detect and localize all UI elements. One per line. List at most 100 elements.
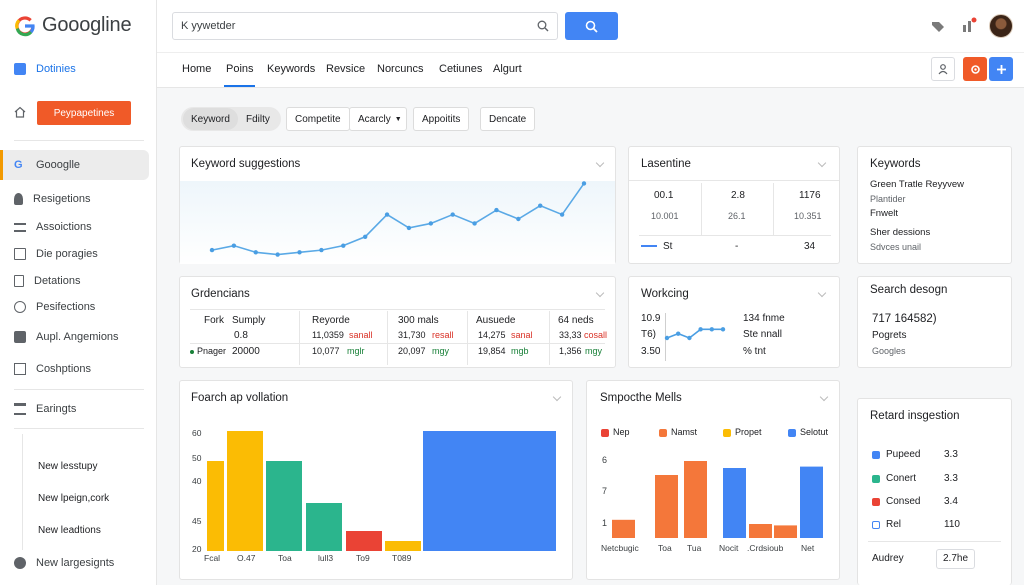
legend-swatch (641, 245, 657, 247)
table-cell: mgy (432, 346, 450, 356)
data-point (709, 327, 714, 332)
tab-keywords[interactable]: Keywords (267, 63, 315, 75)
card-title: Grdencians (191, 288, 250, 300)
filter-dencate[interactable]: Dencate (480, 107, 536, 131)
stack-icon (14, 363, 26, 375)
sidebar-item[interactable]: Earingts (14, 403, 76, 415)
sidebar-subitem[interactable]: New leadtions (38, 525, 101, 536)
sidebar: Gooogline Dotinies Peypapetines G Gooogl… (0, 0, 157, 585)
doc-icon (14, 275, 24, 287)
stat-value: T6) (641, 329, 656, 340)
tab-home[interactable]: Home (182, 63, 211, 75)
sidebar-item[interactable]: Pesifections (14, 301, 95, 313)
stat-sub: 10.001 (651, 211, 679, 221)
filter-dropdown-label: Acarcly (358, 113, 391, 125)
app-window: Gooogline Dotinies Peypapetines G Gooogl… (0, 0, 1024, 585)
y-tick-label: 20 (192, 544, 202, 554)
filter-keyword[interactable]: Keyword (183, 108, 238, 130)
filter-fdilty[interactable]: Fdilty (238, 108, 278, 130)
sidebar-item[interactable]: Detations (14, 275, 80, 287)
tab-algurt[interactable]: Algurt (493, 63, 522, 75)
filter-competite[interactable]: Competite (286, 107, 350, 131)
sidebar-item[interactable]: Assoictions (14, 221, 92, 233)
bar (723, 468, 746, 538)
search-input[interactable]: K yywetder (172, 12, 558, 40)
card-title: Keyword suggestions (191, 158, 301, 170)
foarch-card: Foarch ap vollation 60 50 40 45 20 Fcal O.47 To… (179, 380, 573, 580)
chart-icon[interactable] (961, 17, 977, 33)
bank-icon (14, 403, 26, 415)
y-tick-label: 6 (602, 455, 607, 465)
keyword-line[interactable]: Green Tratle Reyyvew (870, 179, 964, 190)
sidebar-item[interactable]: New largesignts (14, 557, 114, 569)
stat-label: - (735, 241, 739, 252)
person-icon (14, 193, 23, 205)
tab-poins[interactable]: Poins (226, 63, 254, 75)
keywords-card: Keywords Green Tratle Reyyvew Plantider … (857, 146, 1012, 264)
home-icon (14, 106, 26, 118)
chevron-down-icon[interactable] (817, 158, 827, 168)
x-tick-label: To9 (356, 553, 370, 563)
y-tick-label: 45 (192, 516, 202, 526)
user-button[interactable] (931, 57, 955, 81)
y-tick-label: 7 (602, 486, 607, 496)
y-tick-label: 40 (192, 476, 202, 486)
sidebar-item-label: Pesifections (36, 301, 96, 313)
keyword-line[interactable]: Sher dessions (870, 227, 930, 238)
settings-button[interactable] (963, 57, 987, 81)
add-button[interactable] (989, 57, 1013, 81)
footer-badge[interactable]: 2.7he (936, 549, 976, 569)
x-tick-label: Net (801, 543, 815, 553)
sidebar-item-active[interactable]: G Goooglle (14, 159, 80, 171)
chevron-down-icon[interactable] (595, 158, 605, 168)
divider (190, 309, 605, 310)
data-point (384, 212, 390, 217)
sidebar-item-top[interactable]: Dotinies (14, 63, 76, 75)
app-title: Gooogline (42, 14, 132, 36)
filter-appoitits[interactable]: Appoitits (413, 107, 470, 131)
table-cell: 31,730 (398, 330, 426, 340)
tab-norcuncs[interactable]: Norcuncs (377, 63, 423, 75)
x-tick-label: lull3 (318, 553, 333, 563)
tab-cetiunes[interactable]: Cetiunes (439, 63, 482, 75)
tree-line (22, 434, 23, 550)
search-button[interactable] (565, 12, 618, 40)
data-point (581, 181, 587, 186)
chevron-down-icon[interactable] (817, 288, 827, 298)
sidebar-item-label: Earingts (36, 403, 77, 415)
chevron-down-icon[interactable] (595, 288, 605, 298)
app-logo[interactable]: Gooogline (14, 14, 132, 37)
filter-dropdown[interactable]: Acarcly ▼ (349, 107, 407, 131)
sidebar-subitem[interactable]: New lpeign,cork (38, 493, 109, 504)
bar (612, 519, 635, 538)
sidebar-item[interactable]: Coshptions (14, 363, 91, 375)
row-label: Pnager (197, 346, 227, 356)
sidebar-item[interactable]: Aupl. Angemions (14, 331, 119, 343)
sidebar-item-label: Coshptions (36, 363, 92, 375)
bar (207, 461, 224, 551)
sidebar-subitem[interactable]: New lesstupy (38, 461, 97, 472)
x-tick-label: Tua (687, 543, 702, 553)
avatar[interactable] (989, 14, 1013, 38)
divider (299, 311, 300, 365)
tag-icon[interactable] (931, 19, 945, 33)
list-icon (14, 222, 26, 232)
data-point (406, 225, 412, 231)
table-cell: sanal (511, 330, 533, 340)
item-label: Consed (886, 496, 921, 507)
home-link[interactable] (14, 106, 26, 118)
sidebar-item[interactable]: Resigetions (14, 193, 90, 205)
user-icon (938, 63, 948, 74)
x-tick-label: Netcbugic (601, 543, 640, 553)
tab-revsice[interactable]: Revsice (326, 63, 365, 75)
table-header: Ausuede (476, 315, 516, 326)
sidebar-item[interactable]: Die poragies (14, 248, 98, 260)
keyword-line: Sdvces unail (870, 242, 922, 252)
primary-action-button[interactable]: Peypapetines (37, 101, 131, 125)
bar-chart: 6 7 1 Netcbugic Toa Tua Nocit .Crdsioub Net (601, 455, 823, 553)
keyword-line[interactable]: Fnwelt (870, 208, 898, 219)
card-title: Search desogn (870, 284, 948, 296)
data-point (687, 335, 692, 341)
item-value: 3.3 (944, 473, 958, 484)
legend-swatch (872, 498, 880, 506)
